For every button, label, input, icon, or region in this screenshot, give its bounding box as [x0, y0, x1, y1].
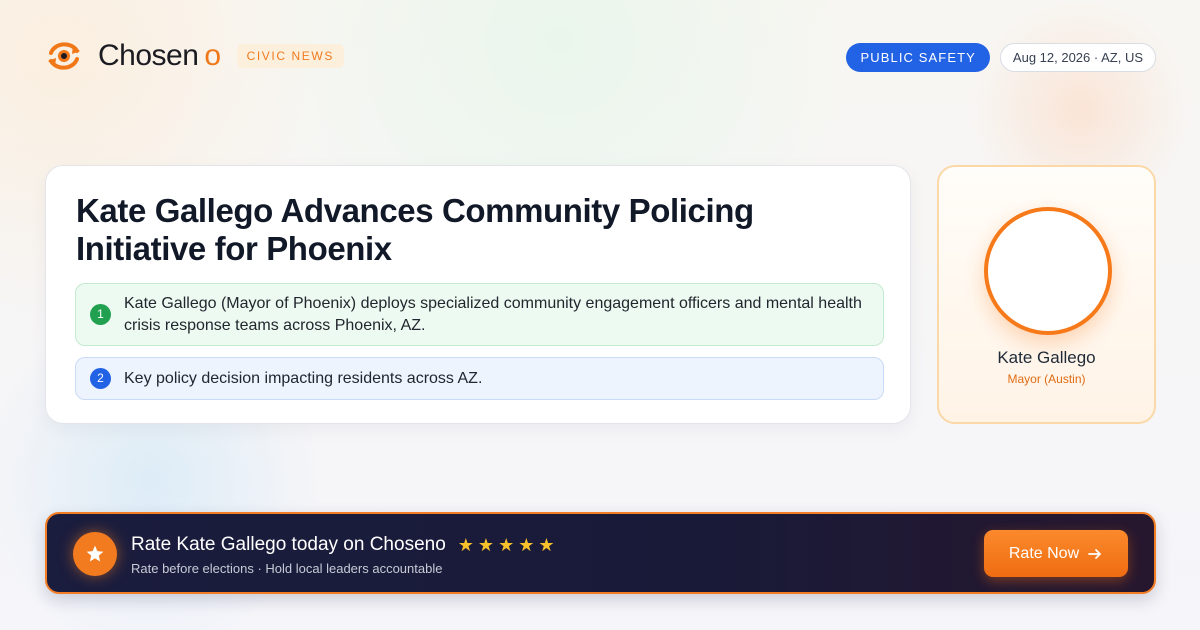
eye-refresh-icon: [48, 42, 80, 70]
star-badge: [73, 532, 117, 576]
star-icon: ★: [457, 535, 474, 555]
arrow-right-icon: [1088, 548, 1102, 559]
star-icon: [86, 545, 104, 562]
article-card: Kate Gallego Advances Community Policing…: [45, 165, 911, 424]
official-profile-card[interactable]: Kate Gallego Mayor (Austin): [937, 165, 1156, 424]
rating-stars: ★ ★ ★ ★ ★: [458, 536, 555, 554]
star-icon: ★: [477, 535, 495, 555]
rate-cta-banner: Rate Kate Gallego today on Choseno ★ ★ ★…: [45, 512, 1156, 594]
article-headline: Kate Gallego Advances Community Policing…: [76, 192, 754, 267]
avatar: [984, 207, 1112, 335]
brand-name-suffix: o: [204, 39, 221, 72]
brand-name-text: Chosen: [98, 39, 199, 72]
brand-name: Chosen o: [98, 39, 221, 73]
point-text: Kate Gallego (Mayor of Phoenix) deploys …: [124, 294, 862, 334]
rate-now-button[interactable]: Rate Now: [984, 530, 1128, 577]
date-location-badge: Aug 12, 2026 · AZ, US: [999, 43, 1156, 72]
star-icon: ★: [538, 535, 555, 555]
star-icon: ★: [498, 535, 515, 555]
header-meta: PUBLIC SAFETY Aug 12, 2026 · AZ, US: [846, 43, 1156, 72]
point-text: Key policy decision impacting residents …: [124, 369, 483, 387]
civic-news-tag: CIVIC NEWS: [236, 44, 344, 68]
cta-title: Rate Kate Gallego today on Choseno: [131, 534, 446, 555]
official-role: Mayor (Austin): [1007, 372, 1086, 386]
key-point: 2 Key policy decision impacting resident…: [75, 357, 884, 400]
rate-now-label: Rate Now: [1008, 544, 1080, 562]
brand[interactable]: Chosen o CIVIC NEWS: [46, 38, 344, 74]
category-badge[interactable]: PUBLIC SAFETY: [846, 43, 990, 72]
point-number-badge: 2: [90, 368, 111, 389]
key-point: 1 Kate Gallego (Mayor of Phoenix) deploy…: [75, 283, 884, 346]
official-name: Kate Gallego: [997, 348, 1096, 367]
cta-title-row: Rate Kate Gallego today on Choseno ★ ★ ★…: [131, 534, 554, 556]
point-number-badge: 1: [90, 304, 111, 325]
cta-subtitle: Rate before elections · Hold local leade…: [131, 561, 443, 576]
star-icon: ★: [518, 535, 535, 555]
